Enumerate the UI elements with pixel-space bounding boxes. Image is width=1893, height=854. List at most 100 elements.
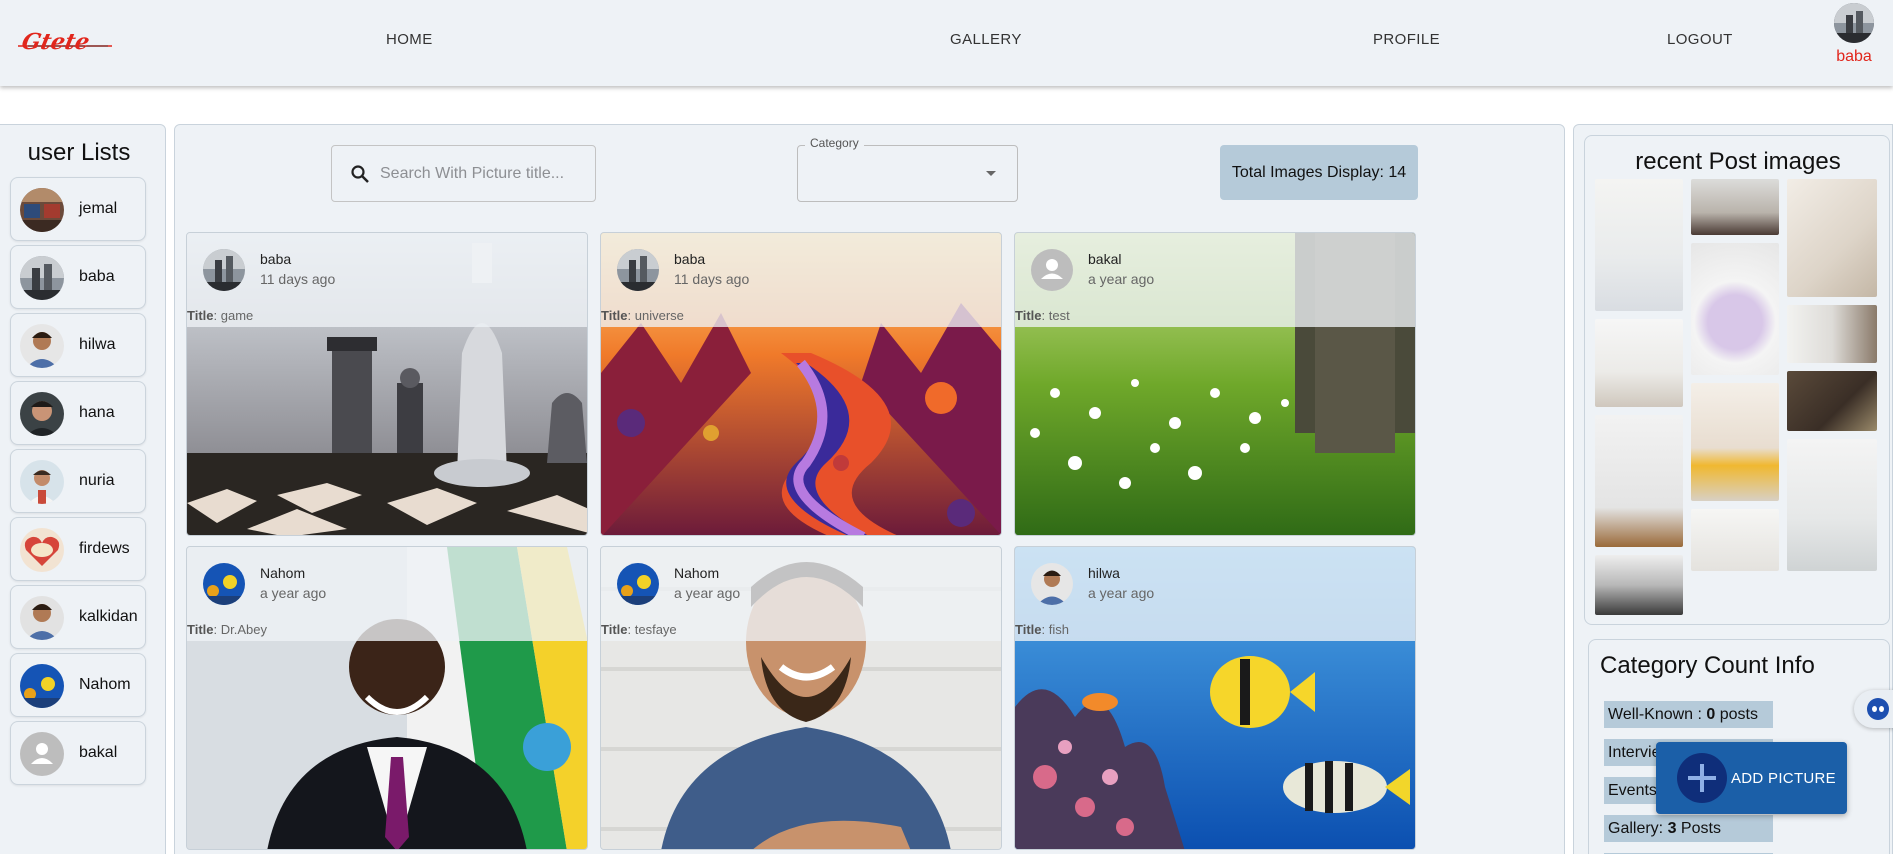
add-picture-button[interactable]: ADD PICTURE bbox=[1656, 742, 1847, 814]
recent-thumbnail[interactable] bbox=[1787, 439, 1877, 571]
post-timestamp: a year ago bbox=[674, 585, 741, 601]
current-user-avatar[interactable] bbox=[1834, 3, 1874, 43]
post-title: Title: Dr.Abey bbox=[187, 622, 267, 637]
post-author-avatar[interactable] bbox=[1031, 563, 1073, 605]
recent-thumbnail[interactable] bbox=[1691, 383, 1779, 501]
user-card-bakal[interactable]: bakal bbox=[10, 721, 146, 785]
post-author-name[interactable]: baba bbox=[674, 251, 705, 267]
user-name: Nahom bbox=[79, 676, 131, 693]
user-name: kalkidan bbox=[79, 608, 138, 625]
post-timestamp: a year ago bbox=[260, 585, 327, 601]
nav-home-link[interactable]: HOME bbox=[386, 31, 433, 48]
post-title-label: Title bbox=[601, 622, 628, 637]
category-count-title: Category Count Info bbox=[1600, 652, 1815, 679]
category-count-row: Gallery: 3 Posts bbox=[1604, 815, 1773, 842]
post-author-name[interactable]: bakal bbox=[1088, 251, 1121, 267]
post-author-name[interactable]: Nahom bbox=[260, 565, 305, 581]
user-name: baba bbox=[79, 268, 115, 285]
user-avatar bbox=[20, 188, 64, 232]
post-title-label: Title bbox=[1015, 308, 1042, 323]
post-author-name[interactable]: Nahom bbox=[674, 565, 719, 581]
user-name: bakal bbox=[79, 744, 118, 761]
category-count: 0 bbox=[1706, 706, 1716, 723]
user-card-hilwa[interactable]: hilwa bbox=[10, 313, 146, 377]
user-card-jemal[interactable]: jemal bbox=[10, 177, 146, 241]
category-label: Category bbox=[805, 136, 864, 150]
user-card-kalkidan[interactable]: kalkidan bbox=[10, 585, 146, 649]
recent-thumbnail[interactable] bbox=[1691, 509, 1779, 571]
recent-thumbnail[interactable] bbox=[1691, 179, 1779, 235]
category-select[interactable] bbox=[797, 145, 1018, 202]
user-name: hilwa bbox=[79, 336, 116, 353]
recent-thumbnail[interactable] bbox=[1787, 179, 1877, 297]
recent-posts-title: recent Post images bbox=[1635, 148, 1841, 175]
total-images-badge: Total Images Display: 14 bbox=[1220, 145, 1418, 200]
post-author-avatar[interactable] bbox=[617, 249, 659, 291]
recent-thumbnail[interactable] bbox=[1595, 179, 1683, 311]
post-title-value: game bbox=[220, 308, 254, 323]
user-list-panel: user Lists jemal baba hilwa hana nuria f bbox=[0, 124, 166, 854]
user-card-firdews[interactable]: firdews bbox=[10, 517, 146, 581]
post-title: Title: game bbox=[187, 308, 254, 323]
recent-thumbnail[interactable] bbox=[1787, 305, 1877, 363]
post-card[interactable]: baba 11 days ago Title: universe bbox=[600, 232, 1002, 536]
user-avatar bbox=[20, 256, 64, 300]
post-author-name[interactable]: baba bbox=[260, 251, 291, 267]
post-author-name[interactable]: hilwa bbox=[1088, 565, 1120, 581]
recent-thumbnail[interactable] bbox=[1595, 555, 1683, 615]
chatbot-icon[interactable] bbox=[1854, 690, 1893, 728]
post-title-label: Title bbox=[1015, 622, 1042, 637]
post-title-value: fish bbox=[1048, 622, 1069, 637]
user-avatar bbox=[20, 664, 64, 708]
category-count-row: Well-Known : 0 posts bbox=[1604, 701, 1773, 728]
recent-thumbnail[interactable] bbox=[1595, 415, 1683, 547]
category-name: Gallery: bbox=[1608, 820, 1668, 837]
post-card[interactable]: baba 11 days ago Title: game bbox=[186, 232, 588, 536]
category-unit: Posts bbox=[1676, 820, 1721, 837]
post-card[interactable]: bakal a year ago Title: test bbox=[1014, 232, 1416, 536]
default-person-icon bbox=[20, 732, 64, 776]
nav-gallery-link[interactable]: GALLERY bbox=[950, 31, 1022, 48]
post-card[interactable]: Nahom a year ago Title: Dr.Abey bbox=[186, 546, 588, 850]
post-title-label: Title bbox=[187, 622, 214, 637]
top-navbar: Gtete HOME GALLERY PROFILE LOGOUT baba bbox=[0, 0, 1893, 86]
recent-thumbnail[interactable] bbox=[1595, 319, 1683, 407]
category-name: Well-Known : bbox=[1608, 706, 1707, 723]
dropdown-arrow-icon[interactable] bbox=[986, 171, 996, 176]
post-author-avatar[interactable] bbox=[203, 249, 245, 291]
user-name: jemal bbox=[79, 200, 118, 217]
brand-logo[interactable]: Gtete bbox=[18, 24, 114, 60]
post-title-value: tesfaye bbox=[634, 622, 677, 637]
add-picture-label: ADD PICTURE bbox=[1731, 770, 1836, 787]
recent-thumbnail[interactable] bbox=[1787, 371, 1877, 431]
default-person-icon[interactable] bbox=[1031, 249, 1073, 291]
user-card-baba[interactable]: baba bbox=[10, 245, 146, 309]
post-card[interactable]: hilwa a year ago Title: fish bbox=[1014, 546, 1416, 850]
post-card[interactable]: Nahom a year ago Title: tesfaye bbox=[600, 546, 1002, 850]
user-name: nuria bbox=[79, 472, 115, 489]
user-card-nuria[interactable]: nuria bbox=[10, 449, 146, 513]
post-timestamp: a year ago bbox=[1088, 271, 1155, 287]
current-user-name[interactable]: baba bbox=[1834, 48, 1874, 66]
nav-profile-link[interactable]: PROFILE bbox=[1373, 31, 1440, 48]
search-field[interactable] bbox=[331, 145, 596, 202]
recent-thumbnail[interactable] bbox=[1691, 243, 1779, 375]
post-timestamp: 11 days ago bbox=[674, 271, 750, 287]
nav-logout-link[interactable]: LOGOUT bbox=[1667, 31, 1733, 48]
user-card-nahom[interactable]: Nahom bbox=[10, 653, 146, 717]
post-title-label: Title bbox=[601, 308, 628, 323]
post-author-avatar[interactable] bbox=[203, 563, 245, 605]
user-list-title: user Lists bbox=[27, 139, 131, 166]
post-title-value: Dr.Abey bbox=[220, 622, 267, 637]
gallery-panel: Category Total Images Display: 14 baba 1… bbox=[174, 124, 1565, 854]
user-card-hana[interactable]: hana bbox=[10, 381, 146, 445]
post-author-avatar[interactable] bbox=[617, 563, 659, 605]
post-title-value: universe bbox=[634, 308, 684, 323]
user-name: hana bbox=[79, 404, 115, 421]
plus-icon bbox=[1677, 753, 1727, 803]
post-timestamp: a year ago bbox=[1088, 585, 1155, 601]
post-header-overlay bbox=[1015, 233, 1415, 327]
user-avatar bbox=[20, 528, 64, 572]
search-input[interactable] bbox=[380, 162, 585, 186]
bot-face-icon bbox=[1867, 698, 1889, 720]
